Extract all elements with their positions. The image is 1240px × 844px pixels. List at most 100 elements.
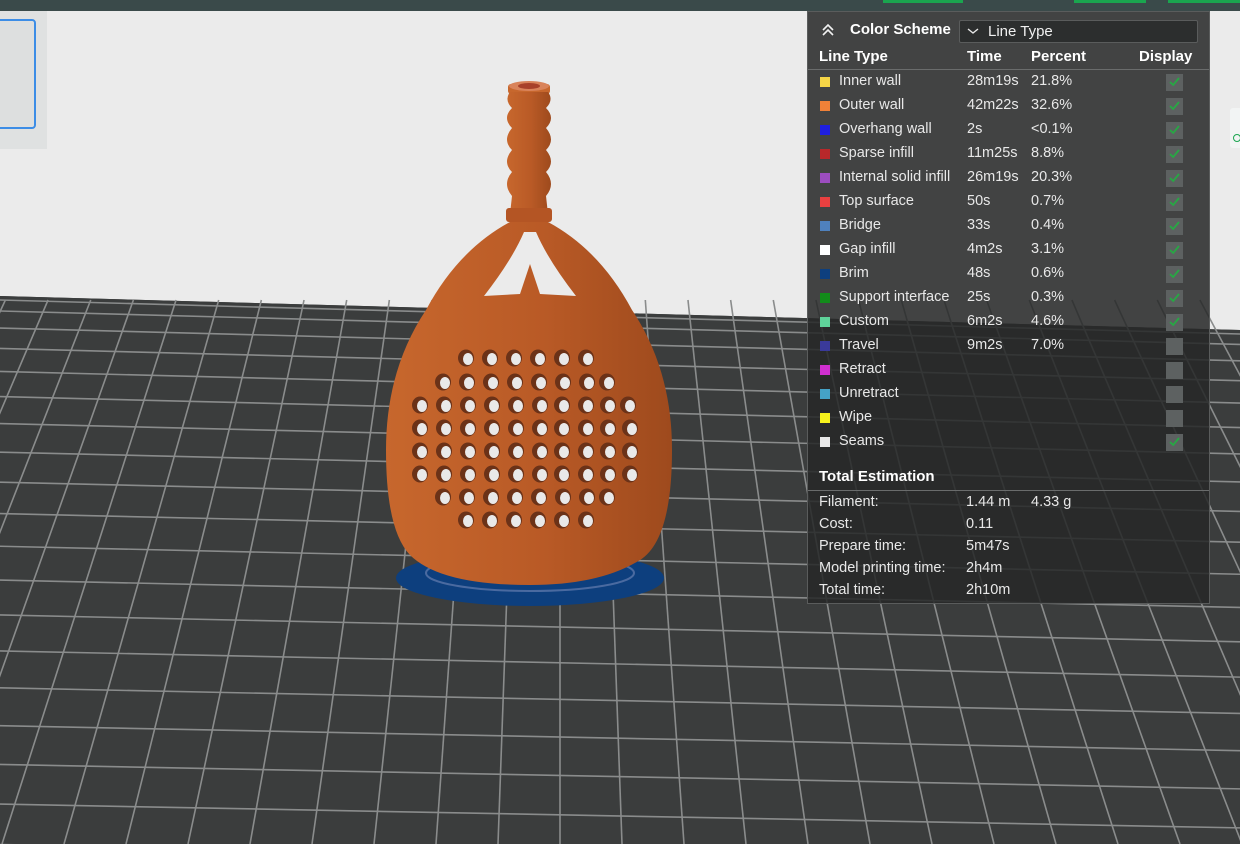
line-type-time: 26m19s — [967, 169, 1019, 185]
color-swatch — [820, 389, 830, 399]
display-checkbox[interactable] — [1166, 338, 1183, 355]
legend-row: Unretract — [808, 383, 1209, 407]
legend-row: Bridge 33s 0.4% — [808, 215, 1209, 239]
color-swatch — [820, 77, 830, 87]
line-type-label: Seams — [839, 433, 885, 449]
total-value-secondary: 4.33 g — [1031, 494, 1072, 510]
line-type-percent: 3.1% — [1031, 241, 1065, 257]
display-checkbox[interactable] — [1166, 98, 1183, 115]
total-row: Filament: 1.44 m 4.33 g — [808, 494, 1209, 516]
display-checkbox[interactable] — [1166, 194, 1183, 211]
legend-row: Retract — [808, 359, 1209, 383]
check-icon — [1169, 437, 1180, 447]
color-scheme-label: Color Scheme — [850, 21, 951, 38]
total-row: Prepare time: 5m47s — [808, 538, 1209, 560]
total-value: 1.44 m — [966, 494, 1011, 510]
total-row: Total time: 2h10m — [808, 582, 1209, 604]
color-swatch — [820, 245, 830, 255]
line-type-time: 4m2s — [967, 241, 1003, 257]
total-label: Total time: — [819, 582, 886, 598]
header-divider — [808, 69, 1209, 70]
color-swatch — [820, 101, 830, 111]
total-label: Model printing time: — [819, 560, 946, 576]
line-type-percent: 32.6% — [1031, 97, 1073, 113]
line-type-percent: <0.1% — [1031, 121, 1073, 137]
total-label: Prepare time: — [819, 538, 907, 554]
color-swatch — [820, 317, 830, 327]
line-type-label: Outer wall — [839, 97, 905, 113]
line-type-time: 42m22s — [967, 97, 1019, 113]
line-type-label: Unretract — [839, 385, 899, 401]
display-checkbox[interactable] — [1166, 74, 1183, 91]
color-swatch — [820, 365, 830, 375]
plate-thumbnail[interactable] — [0, 19, 36, 129]
display-checkbox[interactable] — [1166, 242, 1183, 259]
side-toggle-tab[interactable] — [1230, 108, 1240, 148]
column-header-time: Time — [967, 48, 1002, 65]
color-swatch — [820, 149, 830, 159]
display-checkbox[interactable] — [1166, 170, 1183, 187]
check-icon — [1169, 293, 1180, 303]
line-type-percent: 8.8% — [1031, 145, 1065, 161]
totals-divider — [808, 490, 1209, 491]
display-checkbox[interactable] — [1166, 218, 1183, 235]
display-checkbox[interactable] — [1166, 266, 1183, 283]
line-type-percent: 0.4% — [1031, 217, 1065, 233]
display-checkbox[interactable] — [1166, 146, 1183, 163]
line-type-label: Inner wall — [839, 73, 902, 89]
legend-header: Color Scheme Line Type — [808, 12, 1209, 48]
legend-row: Inner wall 28m19s 21.8% — [808, 71, 1209, 95]
color-swatch — [820, 269, 830, 279]
check-icon — [1169, 269, 1180, 279]
check-icon — [1169, 101, 1180, 111]
chevron-down-icon — [966, 25, 980, 37]
display-checkbox[interactable] — [1166, 314, 1183, 331]
total-value: 2h4m — [966, 560, 1003, 576]
display-checkbox[interactable] — [1166, 122, 1183, 139]
legend-row: Support interface 25s 0.3% — [808, 287, 1209, 311]
double-chevron-up-icon[interactable] — [820, 22, 836, 38]
line-type-label: Brim — [839, 265, 869, 281]
line-type-time: 33s — [967, 217, 991, 233]
line-type-time: 48s — [967, 265, 991, 281]
line-type-label: Support interface — [839, 289, 950, 305]
display-checkbox[interactable] — [1166, 362, 1183, 379]
display-checkbox[interactable] — [1166, 410, 1183, 427]
line-type-label: Overhang wall — [839, 121, 932, 137]
line-type-percent: 0.7% — [1031, 193, 1065, 209]
line-type-time: 11m25s — [967, 145, 1018, 161]
legend-row: Custom 6m2s 4.6% — [808, 311, 1209, 335]
color-swatch — [820, 413, 830, 423]
total-value: 0.11 — [966, 516, 994, 532]
check-icon — [1169, 125, 1180, 135]
line-type-percent: 0.6% — [1031, 265, 1065, 281]
display-checkbox[interactable] — [1166, 290, 1183, 307]
plate-thumbnail-panel — [0, 11, 47, 149]
line-type-percent: 4.6% — [1031, 313, 1065, 329]
color-swatch — [820, 173, 830, 183]
line-type-label: Sparse infill — [839, 145, 914, 161]
legend-row: Travel 9m2s 7.0% — [808, 335, 1209, 359]
color-scheme-value: Line Type — [988, 23, 1053, 40]
check-icon — [1169, 317, 1180, 327]
total-estimation-title: Total Estimation — [819, 468, 935, 485]
line-type-label: Travel — [839, 337, 879, 353]
legend-row: Overhang wall 2s <0.1% — [808, 119, 1209, 143]
color-scheme-select[interactable]: Line Type — [959, 20, 1198, 43]
display-checkbox[interactable] — [1166, 386, 1183, 403]
legend-row: Wipe — [808, 407, 1209, 431]
column-header-percent: Percent — [1031, 48, 1087, 65]
column-header-display: Display — [1139, 48, 1193, 65]
line-type-percent: 21.8% — [1031, 73, 1073, 89]
color-swatch — [820, 437, 830, 447]
legend-row: Sparse infill 11m25s 8.8% — [808, 143, 1209, 167]
color-swatch — [820, 341, 830, 351]
color-swatch — [820, 197, 830, 207]
total-row: Cost: 0.11 — [808, 516, 1209, 538]
line-type-time: 6m2s — [967, 313, 1003, 329]
check-icon — [1169, 77, 1180, 87]
display-checkbox[interactable] — [1166, 434, 1183, 451]
total-label: Filament: — [819, 494, 879, 510]
line-type-label: Top surface — [839, 193, 914, 209]
line-type-time: 25s — [967, 289, 991, 305]
